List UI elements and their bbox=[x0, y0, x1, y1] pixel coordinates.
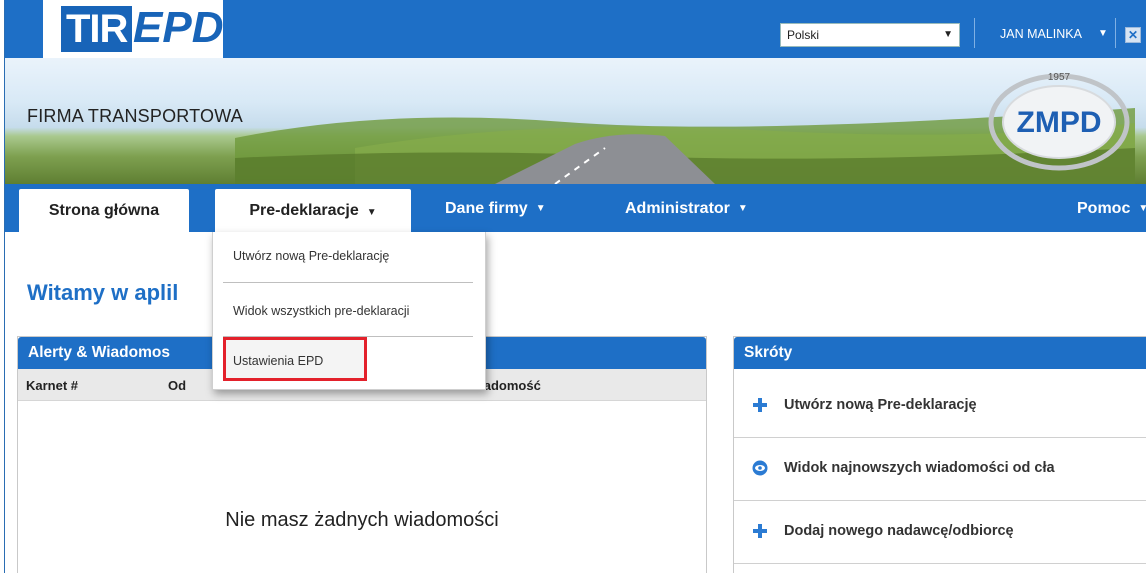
tab-company-data-label: Dane firmy bbox=[445, 200, 528, 217]
language-value: Polski bbox=[787, 28, 820, 42]
chevron-down-icon: ▼ bbox=[1138, 203, 1146, 214]
menu-item-epd-settings[interactable]: Ustawienia EPD bbox=[233, 354, 323, 368]
tab-predeclarations[interactable]: Pre-deklaracje ▼ bbox=[215, 189, 411, 232]
chevron-down-icon: ▼ bbox=[366, 207, 377, 218]
menu-item-create-predeclaration[interactable]: Utwórz nową Pre-deklarację bbox=[233, 249, 389, 263]
logout-icon[interactable]: ✕ bbox=[1125, 27, 1141, 43]
chevron-down-icon: ▼ bbox=[535, 203, 546, 214]
plus-icon bbox=[753, 524, 767, 538]
welcome-heading: Witamy w aplil bbox=[27, 280, 179, 305]
tab-home-label: Strona główna bbox=[48, 202, 160, 219]
shortcuts-panel-title: Skróty bbox=[734, 337, 1146, 369]
menu-divider bbox=[223, 282, 473, 283]
zmpd-year: 1957 bbox=[1048, 72, 1071, 83]
tab-help-label: Pomoc bbox=[1077, 200, 1131, 217]
shortcut-add-sender-receiver[interactable]: Dodaj nowego nadawcę/odbiorcę bbox=[734, 501, 1146, 564]
logo-epd-text: EPD bbox=[133, 3, 224, 52]
chevron-down-icon: ▼ bbox=[737, 203, 748, 214]
tab-help[interactable]: Pomoc ▼ bbox=[1077, 184, 1146, 232]
tab-administrator[interactable]: Administrator ▼ bbox=[625, 184, 748, 232]
main-nav: Strona główna Pre-deklaracje ▼ Dane firmy… bbox=[5, 184, 1146, 232]
app-frame: TIR EPD Polski ▼ JAN MALINKA ▼ ✕ FIRMA T… bbox=[4, 0, 1146, 573]
tab-predeclarations-label: Pre-deklaracje bbox=[249, 202, 359, 219]
language-select[interactable]: Polski ▼ bbox=[780, 23, 960, 47]
shortcuts-panel: Skróty Utwórz nową Pre-deklarację Widok … bbox=[733, 336, 1146, 573]
company-name: FIRMA TRANSPORTOWA bbox=[27, 106, 243, 126]
zmpd-logo: 1957 ZMPD bbox=[988, 72, 1130, 171]
user-menu[interactable]: JAN MALINKA bbox=[1000, 22, 1082, 46]
tab-home[interactable]: Strona główna bbox=[19, 189, 189, 232]
menu-item-view-all-predeclarations[interactable]: Widok wszystkich pre-deklaracji bbox=[233, 304, 409, 318]
shortcut-latest-customs-messages[interactable]: Widok najnowszych wiadomości od cła bbox=[734, 438, 1146, 501]
plus-icon bbox=[753, 398, 767, 412]
tab-company-data[interactable]: Dane firmy ▼ bbox=[445, 184, 546, 232]
shortcut-create-predeclaration[interactable]: Utwórz nową Pre-deklarację bbox=[734, 375, 1146, 438]
header-banner: FIRMA TRANSPORTOWA 1957 ZMPD bbox=[5, 58, 1146, 184]
chevron-down-icon: ▼ bbox=[943, 29, 953, 40]
eye-icon bbox=[752, 460, 768, 476]
tir-epd-logo[interactable]: TIR EPD bbox=[43, 0, 223, 58]
chevron-down-icon[interactable]: ▼ bbox=[1098, 22, 1108, 46]
tab-administrator-label: Administrator bbox=[625, 200, 730, 217]
shortcut-label: Widok najnowszych wiadomości od cła bbox=[784, 460, 1055, 476]
zmpd-text: ZMPD bbox=[1017, 106, 1102, 139]
empty-messages-text: Nie masz żadnych wiadomości bbox=[225, 509, 499, 531]
logo-tir-text: TIR bbox=[61, 6, 133, 52]
predeclarations-dropdown: Utwórz nową Pre-deklarację Widok wszystk… bbox=[212, 232, 486, 390]
column-header-from[interactable]: Od bbox=[168, 378, 186, 393]
divider bbox=[1115, 18, 1116, 48]
shortcut-label: Dodaj nowego nadawcę/odbiorcę bbox=[784, 523, 1014, 539]
divider bbox=[974, 18, 975, 48]
shortcut-label: Utwórz nową Pre-deklarację bbox=[784, 397, 977, 413]
top-bar: TIR EPD Polski ▼ JAN MALINKA ▼ ✕ bbox=[5, 0, 1146, 58]
column-header-carnet[interactable]: Karnet # bbox=[26, 378, 78, 393]
